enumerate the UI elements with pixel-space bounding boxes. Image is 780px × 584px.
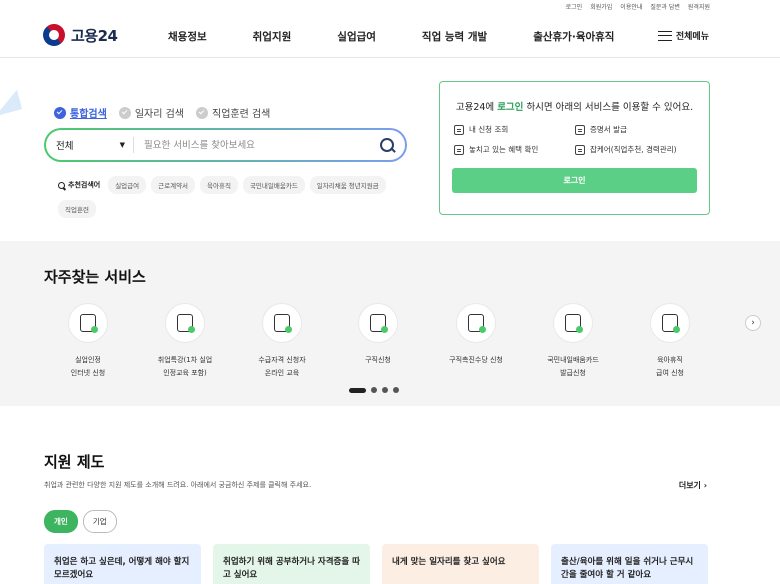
carousel-dot[interactable] [371,387,377,393]
nav-item-parental-leave[interactable]: 출산휴가·육아휴직 [533,29,614,44]
service-label: 취업특강(1차 실업 인정교육 포함) [157,356,213,377]
search-bar: 전체 ▼ [44,128,407,162]
service-item[interactable]: 실업인정 인터넷 신청 [43,303,133,380]
all-menu-label: 전체메뉴 [675,32,709,42]
benefit-label: 놓치고 있는 혜택 확인 [469,145,539,154]
carousel-dot-active[interactable] [349,387,366,393]
frequent-services-section: 자주찾는 서비스 실업인정 인터넷 신청 취업특강(1차 실업 인정교육 포함)… [0,241,780,406]
search-tabs: 통합검색 일자리 검색 직업훈련 검색 [54,105,270,120]
keyword-chip[interactable]: 육아휴직 [200,176,238,194]
checklist-icon [454,144,464,155]
search-icon [58,181,65,189]
search-input[interactable] [134,139,379,151]
login-promo-text: 하시면 아래의 서비스를 이용할 수 있어요. [523,102,694,113]
login-promo-box: 고용24에 로그인 하시면 아래의 서비스를 이용할 수 있어요. 내 신청 조… [439,81,710,215]
keyword-chip[interactable]: 실업급여 [108,176,147,194]
certificate-icon [575,124,585,135]
keyword-chip[interactable]: 직업훈련 [58,200,96,218]
util-signup-link[interactable]: 회원가입 [590,2,612,11]
utility-links: 로그인 회원가입 이용안내 질문과 답변 원격지원 [566,0,710,12]
main-nav: 채용정보 취업지원 실업급여 직업 능력 개발 출산휴가·육아휴직 [168,29,614,44]
benefit-my-applications[interactable]: 내 신청 조회 [454,124,575,135]
nav-item-vocational-training[interactable]: 직업 능력 개발 [422,29,487,44]
login-button[interactable]: 로그인 [452,168,697,193]
tab-label: 일자리 검색 [134,109,184,120]
select-value: 전체 [56,141,74,152]
check-circle-icon [54,106,66,119]
support-card[interactable]: 출산/육아를 위해 일을 쉬거나 근무시간을 줄여야 할 거 같아요 [551,544,708,584]
benefit-jobcare[interactable]: 잡케어(직업추천, 경력관리) [575,144,696,155]
carousel-dot[interactable] [393,387,399,393]
service-label: 육아휴직 급여 신청 [656,356,684,377]
tab-job-search[interactable]: 일자리 검색 [118,105,184,120]
util-remote-link[interactable]: 원격지원 [688,2,710,11]
carousel-dot[interactable] [382,387,388,393]
section-title: 지원 제도 [44,453,105,471]
service-item[interactable]: 수급자격 신청자 온라인 교육 [237,303,327,380]
taegeuk-logo-icon [38,19,70,51]
service-item[interactable]: 구직촉진수당 신청 [431,303,521,367]
support-card[interactable]: 내게 맞는 일자리를 찾고 싶어요 [382,544,539,584]
service-item[interactable]: 육아휴직 급여 신청 [625,303,715,380]
service-label: 구직신청 [365,356,391,364]
search-category-select[interactable]: 전체 ▼ [56,137,134,153]
login-benefit-list: 내 신청 조회 증명서 발급 놓치고 있는 혜택 확인 잡케어(직업추천, 경력… [452,124,697,155]
check-circle-icon [118,106,131,119]
benefit-missed-benefits[interactable]: 놓치고 있는 혜택 확인 [454,144,575,155]
keyword-chip[interactable]: 일자리채움 청년지원금 [309,176,386,194]
keyword-chip[interactable]: 근로계약서 [151,176,196,194]
service-item[interactable]: 국민내일배움카드 발급신청 [528,303,618,380]
nav-item-jobs[interactable]: 채용정보 [168,29,207,44]
benefit-certificates[interactable]: 증명서 발급 [575,124,696,135]
paper-plane-icon [0,89,23,117]
recommended-keywords: 추천검색어 실업급여 근로계약서 육아휴직 국민내일배움카드 일자리채움 청년지… [58,176,408,218]
login-inline-link[interactable]: 로그인 [497,102,523,113]
check-circle-icon [196,106,208,119]
more-link[interactable]: 더보기 › [679,480,707,491]
util-guide-link[interactable]: 이용안내 [620,2,642,11]
tab-label: 직업훈련 검색 [212,109,271,120]
service-label: 국민내일배움카드 발급신청 [547,356,599,377]
list-icon [454,124,464,135]
page: 로그인 회원가입 이용안내 질문과 답변 원격지원 고용24 채용정보 취업지원… [0,0,780,584]
support-cards: 취업은 하고 싶은데, 어떻게 해야 할지 모르겠어요 취업하기 위해 공부하거… [44,544,708,584]
benefit-label: 잡케어(직업추천, 경력관리) [590,145,677,154]
login-promo-title: 고용24에 로그인 하시면 아래의 서비스를 이용할 수 있어요. [452,99,697,113]
recommended-label-text: 추천검색어 [68,181,101,189]
support-card[interactable]: 취업하기 위해 공부하거나 자격증을 따고 싶어요 [213,544,370,584]
service-item[interactable]: 구직신청 [333,303,423,367]
tab-label: 통합검색 [70,109,107,120]
carousel-next-button[interactable]: › [745,315,761,331]
carousel-pagination [349,387,399,393]
section-description: 취업과 관련한 다양한 지원 제도를 소개해 드려요. 아래에서 궁금하신 주제… [44,481,312,489]
toggle-individual[interactable]: 개인 [44,510,78,533]
benefit-label: 증명서 발급 [590,125,627,134]
recommended-label: 추천검색어 [58,180,100,190]
nav-item-employment-support[interactable]: 취업지원 [253,29,292,44]
search-icon[interactable] [379,137,395,153]
header: 고용24 채용정보 취업지원 실업급여 직업 능력 개발 출산휴가·육아휴직 전… [0,12,780,58]
all-menu-button[interactable]: 전체메뉴 [657,29,709,42]
service-label: 수급자격 신청자 온라인 교육 [258,356,306,377]
service-item[interactable]: 취업특강(1차 실업 인정교육 포함) [140,303,230,380]
support-card[interactable]: 취업은 하고 싶은데, 어떻게 해야 할지 모르겠어요 [44,544,201,584]
util-qna-link[interactable]: 질문과 답변 [650,2,680,11]
section-title: 자주찾는 서비스 [44,268,146,286]
nav-item-unemployment-benefit[interactable]: 실업급여 [337,29,376,44]
service-label: 실업인정 인터넷 신청 [70,356,106,377]
hamburger-icon [657,30,672,41]
util-login-link[interactable]: 로그인 [566,2,583,11]
logo[interactable]: 고용24 [38,19,118,51]
caret-down-icon: ▼ [119,141,125,149]
jobcare-icon [575,144,585,155]
service-label: 구직촉진수당 신청 [449,356,503,364]
tab-integrated-search[interactable]: 통합검색 [54,105,107,120]
audience-toggle: 개인 기업 [44,510,117,533]
logo-text: 고용24 [71,26,118,45]
toggle-company[interactable]: 기업 [82,510,117,533]
keyword-chip[interactable]: 국민내일배움카드 [242,176,305,194]
login-promo-text: 고용24에 [455,102,498,113]
tab-training-search[interactable]: 직업훈련 검색 [196,105,270,120]
benefit-label: 내 신청 조회 [469,125,509,134]
